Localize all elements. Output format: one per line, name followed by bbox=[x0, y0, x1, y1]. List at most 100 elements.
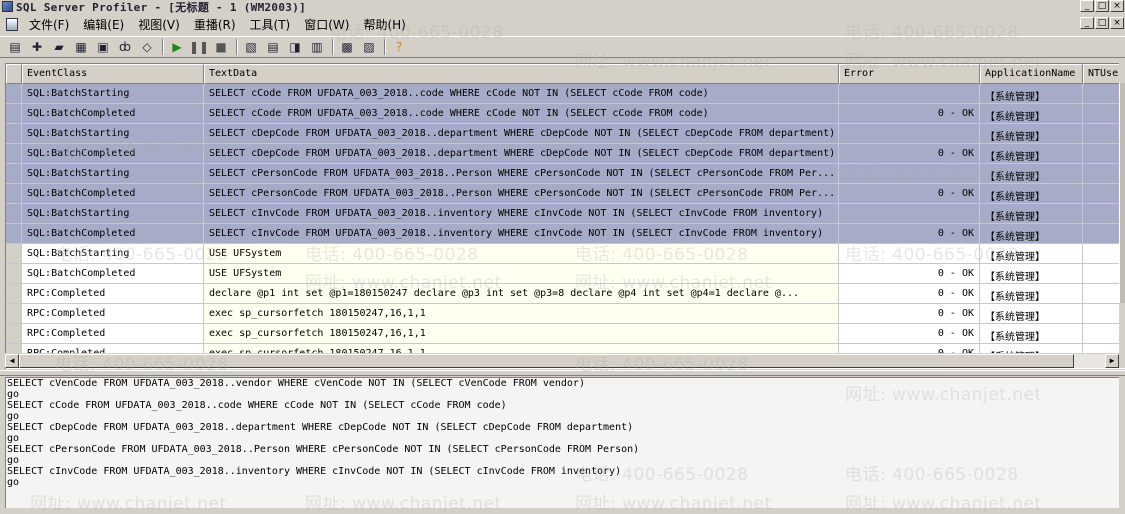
cell-error[interactable]: 0 - OK bbox=[839, 304, 980, 324]
row-selector[interactable] bbox=[6, 244, 22, 264]
cell-applicationname[interactable]: 【系统管理】 bbox=[980, 164, 1083, 184]
filter-icon[interactable]: ▤ bbox=[263, 37, 283, 57]
sql-text-pane[interactable]: SELECT cVenCode FROM UFDATA_003_2018..ve… bbox=[5, 377, 1119, 508]
start-icon[interactable]: ▶ bbox=[167, 37, 187, 57]
cell-applicationname[interactable]: 【系统管理】 bbox=[980, 324, 1083, 344]
row-selector[interactable] bbox=[6, 184, 22, 204]
cell-error[interactable]: 0 - OK bbox=[839, 144, 980, 164]
cell-applicationname[interactable]: 【系统管理】 bbox=[980, 184, 1083, 204]
cell-applicationname[interactable]: 【系统管理】 bbox=[980, 284, 1083, 304]
close-button[interactable]: × bbox=[1110, 0, 1124, 12]
cell-eventclass[interactable]: SQL:BatchCompleted bbox=[22, 104, 204, 124]
row-selector[interactable] bbox=[6, 204, 22, 224]
cell-textdata[interactable]: USE UFSystem bbox=[204, 264, 839, 284]
cell-applicationname[interactable]: 【系统管理】 bbox=[980, 244, 1083, 264]
perfmon-icon[interactable]: ▨ bbox=[359, 37, 379, 57]
row-selector[interactable] bbox=[6, 104, 22, 124]
column-header-applicationname[interactable]: ApplicationName bbox=[980, 64, 1083, 84]
row-selector[interactable] bbox=[6, 264, 22, 284]
cell-error[interactable]: 0 - OK bbox=[839, 284, 980, 304]
table-row[interactable]: SQL:BatchCompleted SELECT cInvCode FROM U… bbox=[6, 224, 1125, 244]
column-header-error[interactable]: Error bbox=[839, 64, 980, 84]
properties-icon[interactable]: ▣ bbox=[93, 37, 113, 57]
pane-splitter[interactable] bbox=[0, 370, 1125, 376]
cell-eventclass[interactable]: SQL:BatchStarting bbox=[22, 244, 204, 264]
pause-icon[interactable]: ❚❚ bbox=[189, 37, 209, 57]
cell-textdata[interactable]: SELECT cPersonCode FROM UFDATA_003_2018.… bbox=[204, 164, 839, 184]
row-selector[interactable] bbox=[6, 304, 22, 324]
row-selector[interactable] bbox=[6, 124, 22, 144]
row-selector-header[interactable] bbox=[6, 64, 22, 84]
cell-textdata[interactable]: SELECT cDepCode FROM UFDATA_003_2018..de… bbox=[204, 124, 839, 144]
cell-eventclass[interactable]: SQL:BatchCompleted bbox=[22, 224, 204, 244]
cell-error[interactable]: 0 - OK bbox=[839, 264, 980, 284]
menu-view[interactable]: 视图(V) bbox=[131, 16, 187, 33]
minimize-button[interactable]: _ bbox=[1080, 0, 1094, 12]
table-row[interactable]: SQL:BatchCompleted SELECT cPersonCode FRO… bbox=[6, 184, 1125, 204]
cell-textdata[interactable]: SELECT cInvCode FROM UFDATA_003_2018..in… bbox=[204, 224, 839, 244]
row-selector[interactable] bbox=[6, 224, 22, 244]
new-template-icon[interactable]: ✚ bbox=[27, 37, 47, 57]
scroll-right-arrow-icon[interactable]: ▶ bbox=[1105, 354, 1119, 368]
mdi-close-button[interactable]: × bbox=[1110, 17, 1124, 29]
text-pane-vertical-scrollbar[interactable] bbox=[1119, 377, 1125, 508]
trace-properties-icon[interactable]: ▧ bbox=[241, 37, 261, 57]
auto-scroll-icon[interactable]: ▥ bbox=[307, 37, 327, 57]
cell-textdata[interactable]: USE UFSystem bbox=[204, 244, 839, 264]
table-row[interactable]: RPC:Completedexec sp_cursorfetch 1801502… bbox=[6, 324, 1125, 344]
table-row[interactable]: SQL:BatchStarting SELECT cPersonCode FROM… bbox=[6, 164, 1125, 184]
cell-eventclass[interactable]: SQL:BatchCompleted bbox=[22, 144, 204, 164]
help-icon[interactable]: ? bbox=[389, 37, 409, 57]
menu-replay[interactable]: 重播(R) bbox=[187, 16, 243, 33]
menu-file[interactable]: 文件(F) bbox=[22, 16, 76, 33]
mdi-minimize-button[interactable]: _ bbox=[1080, 17, 1094, 29]
save-icon[interactable]: ▦ bbox=[71, 37, 91, 57]
stop-icon[interactable]: ■ bbox=[211, 37, 231, 57]
cell-applicationname[interactable]: 【系统管理】 bbox=[980, 204, 1083, 224]
cell-error[interactable] bbox=[839, 84, 980, 104]
cell-eventclass[interactable]: SQL:BatchStarting bbox=[22, 84, 204, 104]
cell-applicationname[interactable]: 【系统管理】 bbox=[980, 304, 1083, 324]
table-row[interactable]: SQL:BatchCompleted SELECT cCode FROM UFDA… bbox=[6, 104, 1125, 124]
table-row[interactable]: SQL:BatchStarting USE UFSystem 【系统管理】 bbox=[6, 244, 1125, 264]
row-selector[interactable] bbox=[6, 324, 22, 344]
table-row[interactable]: SQL:BatchStarting SELECT cCode FROM UFDAT… bbox=[6, 84, 1125, 104]
grid-vscroll-thumb[interactable] bbox=[1119, 83, 1125, 303]
table-row[interactable]: RPC:Completed declare @p1 int set @p1=180… bbox=[6, 284, 1125, 304]
cell-eventclass[interactable]: SQL:BatchStarting bbox=[22, 124, 204, 144]
columns-icon[interactable]: ◨ bbox=[285, 37, 305, 57]
mdi-restore-button[interactable]: □ bbox=[1095, 17, 1109, 29]
clear-icon[interactable]: ◇ bbox=[137, 37, 157, 57]
cell-error[interactable]: 0 - OK bbox=[839, 104, 980, 124]
cell-eventclass[interactable]: RPC:Completed bbox=[22, 304, 204, 324]
cell-textdata[interactable]: SELECT cPersonCode FROM UFDATA_003_2018.… bbox=[204, 184, 839, 204]
table-row[interactable]: SQL:BatchCompleted SELECT cDepCode FROM U… bbox=[6, 144, 1125, 164]
cell-error[interactable] bbox=[839, 244, 980, 264]
table-row[interactable]: SQL:BatchStarting SELECT cDepCode FROM UF… bbox=[6, 124, 1125, 144]
trace-event-grid[interactable]: EventClass TextData Error ApplicationNam… bbox=[5, 63, 1125, 369]
column-header-textdata[interactable]: TextData bbox=[204, 64, 839, 84]
table-row[interactable]: SQL:BatchCompleted USE UFSystem 0 - OK 【系统管… bbox=[6, 264, 1125, 284]
cell-eventclass[interactable]: SQL:BatchCompleted bbox=[22, 184, 204, 204]
cell-textdata[interactable]: SELECT cCode FROM UFDATA_003_2018..code … bbox=[204, 84, 839, 104]
query-analyzer-icon[interactable]: ▩ bbox=[337, 37, 357, 57]
row-selector[interactable] bbox=[6, 164, 22, 184]
cell-error[interactable] bbox=[839, 164, 980, 184]
cell-applicationname[interactable]: 【系统管理】 bbox=[980, 124, 1083, 144]
cell-textdata[interactable]: SELECT cCode FROM UFDATA_003_2018..code … bbox=[204, 104, 839, 124]
document-icon[interactable] bbox=[6, 17, 18, 31]
maximize-button[interactable]: □ bbox=[1095, 0, 1109, 12]
table-row[interactable]: RPC:Completedexec sp_cursorfetch 1801502… bbox=[6, 304, 1125, 324]
grid-vertical-scrollbar[interactable] bbox=[1119, 63, 1125, 368]
grid-hscroll-thumb[interactable] bbox=[19, 354, 1074, 368]
scroll-left-arrow-icon[interactable]: ◀ bbox=[5, 354, 19, 368]
menu-edit[interactable]: 编辑(E) bbox=[76, 16, 131, 33]
cell-eventclass[interactable]: SQL:BatchCompleted bbox=[22, 264, 204, 284]
cell-error[interactable]: 0 - OK bbox=[839, 324, 980, 344]
find-icon[interactable]: ȸ bbox=[115, 37, 135, 57]
cell-applicationname[interactable]: 【系统管理】 bbox=[980, 224, 1083, 244]
cell-textdata[interactable]: SELECT cInvCode FROM UFDATA_003_2018..in… bbox=[204, 204, 839, 224]
open-icon[interactable]: ▰ bbox=[49, 37, 69, 57]
cell-applicationname[interactable]: 【系统管理】 bbox=[980, 84, 1083, 104]
cell-textdata[interactable]: declare @p1 int set @p1=180150247 declar… bbox=[204, 284, 839, 304]
